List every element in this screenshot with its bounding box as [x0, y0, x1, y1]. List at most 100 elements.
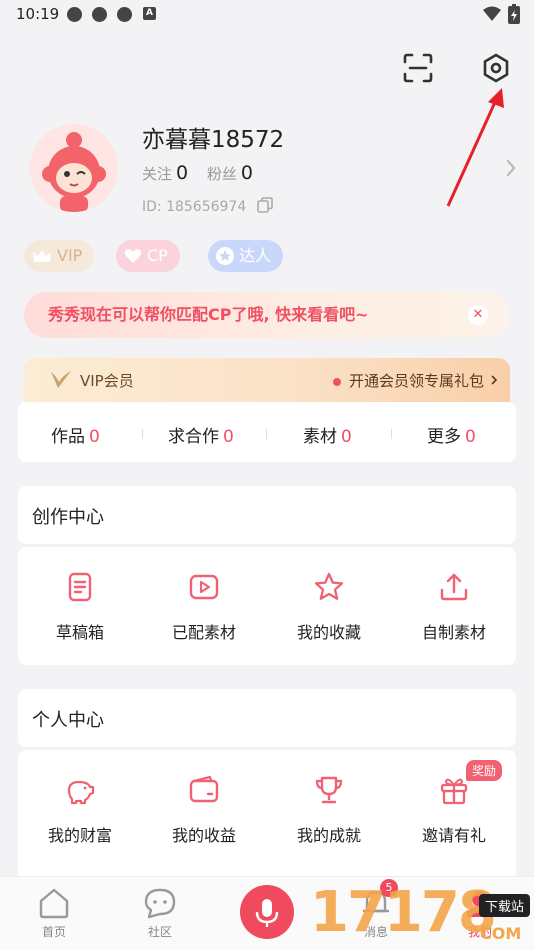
fans-label[interactable]: 粉丝 — [207, 165, 237, 183]
my-achievements-button[interactable]: 我的成就 — [267, 750, 391, 868]
badge-vip[interactable]: VIP — [24, 240, 95, 272]
creation-center-grid: 草稿箱 已配素材 我的收藏 自制素材 — [18, 547, 516, 665]
stat-label: 作品 — [51, 427, 85, 447]
battery-icon — [508, 4, 520, 24]
my-wealth-button[interactable]: 我的财富 — [18, 750, 142, 868]
chat-bubble-icon — [144, 888, 176, 919]
avatar[interactable] — [30, 124, 118, 212]
user-id-text: ID: 185656974 — [142, 199, 247, 215]
favorites-button[interactable]: 我的收藏 — [267, 547, 391, 665]
vip-label: VIP会员 — [80, 372, 134, 390]
invite-rewards-label: 邀请有礼 — [421, 826, 486, 845]
invite-rewards-button[interactable]: 奖励 邀请有礼 — [392, 750, 516, 868]
stat-count: 0 — [89, 427, 100, 447]
nav-community-label: 社区 — [147, 925, 172, 939]
divider — [391, 429, 392, 439]
section-title: 创作中心 — [32, 507, 104, 528]
self-made-materials-button[interactable]: 自制素材 — [392, 547, 516, 665]
vip-promo-text: 开通会员领专属礼包 — [348, 372, 484, 390]
scan-icon[interactable] — [402, 52, 434, 84]
stat-works[interactable]: 作品 0 — [51, 422, 100, 447]
close-icon[interactable]: ✕ — [468, 305, 488, 325]
site-watermark: 17178 COM 下载站 — [310, 880, 534, 950]
dubbed-materials-label: 已配素材 — [171, 623, 236, 642]
vip-membership-bar[interactable]: VIP会员 开通会员领专属礼包 — [24, 358, 510, 402]
monkey-mascot-icon — [30, 124, 118, 212]
nav-home[interactable]: 首页 — [24, 887, 84, 940]
play-icon — [189, 574, 219, 600]
stat-label: 求合作 — [168, 427, 219, 447]
chevron-right-icon — [491, 375, 498, 385]
status-time: 10:19 — [16, 5, 60, 23]
drafts-label: 草稿箱 — [55, 623, 104, 642]
badge-cp[interactable]: CP — [116, 240, 180, 272]
follow-stats: 关注 0 粉丝 0 — [142, 162, 267, 184]
username: 亦暮暮18572 — [142, 127, 285, 153]
crown-icon — [33, 250, 51, 262]
follow-count[interactable]: 0 — [176, 162, 188, 184]
stat-materials[interactable]: 素材 0 — [303, 422, 352, 447]
document-icon — [68, 572, 92, 602]
microphone-icon — [255, 899, 279, 927]
watermark-digits: 17178 — [310, 880, 497, 945]
section-title: 个人中心 — [32, 710, 104, 731]
self-made-materials-label: 自制素材 — [421, 623, 486, 642]
divider — [142, 429, 143, 439]
upload-icon — [440, 573, 468, 601]
notice-text: 秀秀现在可以帮你匹配CP了哦, 快来看看吧~ — [48, 305, 369, 324]
star-icon — [314, 572, 344, 600]
drafts-button[interactable]: 草稿箱 — [18, 547, 142, 665]
personal-center-header: 个人中心 — [18, 689, 516, 747]
nav-community[interactable]: 社区 — [130, 887, 190, 940]
divider — [266, 429, 267, 439]
gift-icon — [440, 778, 468, 805]
stat-label: 素材 — [303, 427, 337, 447]
badge-cp-label: CP — [147, 246, 168, 265]
wifi-icon — [483, 6, 501, 21]
wallet-icon — [189, 775, 219, 803]
status-notification-icon: A — [143, 7, 156, 20]
watermark-suffix: COM — [480, 924, 522, 943]
user-id: ID: 185656974 — [142, 197, 273, 215]
works-stats-card: 作品 0 求合作 0 素材 0 更多 0 — [18, 402, 516, 462]
follow-label[interactable]: 关注 — [142, 165, 172, 183]
status-bar: 10:19 A — [0, 0, 534, 30]
stat-more[interactable]: 更多 0 — [427, 422, 476, 447]
stat-count: 0 — [223, 427, 234, 447]
status-app-icon — [117, 7, 132, 22]
copy-icon[interactable] — [256, 197, 273, 213]
vip-v-icon — [51, 371, 71, 388]
my-earnings-button[interactable]: 我的收益 — [142, 750, 266, 868]
record-button[interactable] — [240, 885, 294, 939]
chevron-right-icon[interactable] — [505, 158, 517, 178]
status-app-icon — [92, 7, 107, 22]
stat-collaboration[interactable]: 求合作 0 — [168, 422, 234, 447]
star-icon — [216, 247, 234, 265]
watermark-tag: 下载站 — [478, 894, 530, 917]
reward-badge: 奖励 — [465, 760, 502, 781]
badge-talent-label: 达人 — [239, 246, 272, 265]
badge-vip-label: VIP — [57, 246, 83, 265]
heart-icon — [124, 249, 142, 263]
fans-count[interactable]: 0 — [241, 162, 253, 184]
creation-center-header: 创作中心 — [18, 486, 516, 544]
favorites-label: 我的收藏 — [296, 623, 361, 642]
piggy-bank-icon — [67, 780, 95, 805]
vip-promo-link[interactable]: 开通会员领专属礼包 — [332, 370, 484, 391]
settings-icon[interactable] — [480, 52, 512, 84]
dubbed-materials-button[interactable]: 已配素材 — [142, 547, 266, 665]
badge-talent[interactable]: 达人 — [208, 240, 284, 272]
status-app-icon — [67, 7, 82, 22]
stat-label: 更多 — [427, 427, 461, 447]
nav-home-label: 首页 — [41, 925, 66, 939]
trophy-icon — [315, 776, 343, 804]
personal-center-grid: 我的财富 我的收益 我的成就 奖励 邀请有礼 — [18, 750, 516, 880]
annotation-arrow — [446, 88, 504, 207]
cp-match-notice[interactable]: 秀秀现在可以帮你匹配CP了哦, 快来看看吧~ ✕ — [24, 292, 510, 338]
stat-count: 0 — [465, 427, 476, 447]
my-earnings-label: 我的收益 — [171, 826, 236, 845]
my-wealth-label: 我的财富 — [47, 826, 112, 845]
my-achievements-label: 我的成就 — [296, 826, 361, 845]
promo-dot — [332, 377, 341, 386]
home-icon — [39, 888, 69, 919]
